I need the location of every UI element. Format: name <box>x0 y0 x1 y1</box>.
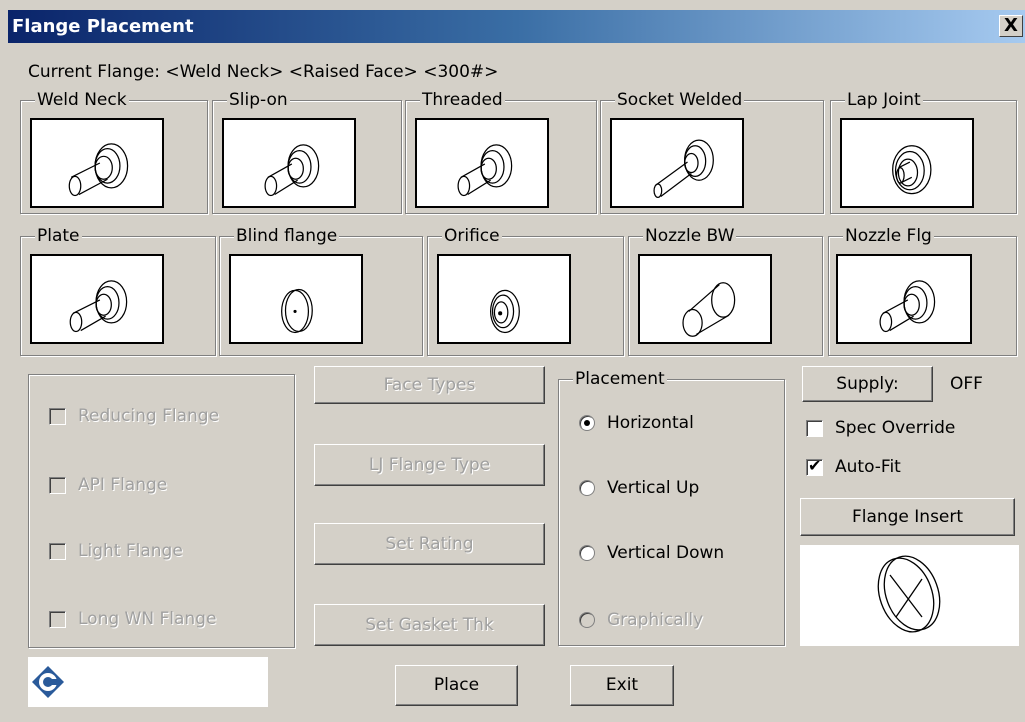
weld-neck-flange-icon[interactable] <box>30 118 164 208</box>
flange-type-slip-on[interactable]: Slip-on <box>212 90 402 214</box>
radio-label: Vertical Up <box>607 478 700 498</box>
supply-button[interactable]: Supply: <box>802 366 933 402</box>
flange-type-plate[interactable]: Plate <box>20 226 216 356</box>
radio-circle[interactable] <box>579 612 595 628</box>
set-rating-button[interactable]: Set Rating <box>314 523 545 565</box>
flange-type-label: Nozzle Flg <box>843 226 934 246</box>
nozzle-bw-icon[interactable] <box>638 254 772 344</box>
radio-selected-dot <box>584 420 590 426</box>
flange-type-weld-neck[interactable]: Weld Neck <box>20 90 208 214</box>
company-logo-icon <box>32 666 64 698</box>
graphically-radio[interactable]: Graphically <box>579 610 703 630</box>
checkbox-label: API Flange <box>78 475 168 495</box>
flange-type-label: Orifice <box>442 226 502 246</box>
api-flange-checkbox[interactable]: API Flange <box>49 475 167 495</box>
orifice-flange-icon[interactable] <box>437 254 571 344</box>
flange-type-lap-joint[interactable]: Lap Joint <box>830 90 1017 214</box>
button-label: LJ Flange Type <box>368 455 491 475</box>
set-gasket-thk-button[interactable]: Set Gasket Thk <box>314 604 545 646</box>
flange-type-orifice[interactable]: Orifice <box>427 226 624 356</box>
checkbox-box[interactable] <box>49 407 66 425</box>
flange-type-socket-welded[interactable]: Socket Welded <box>600 90 824 214</box>
checkbox-label: Reducing Flange <box>78 406 220 426</box>
checkbox-box[interactable] <box>49 542 66 560</box>
flange-type-blind[interactable]: Blind flange <box>219 226 423 356</box>
checkbox-box[interactable]: ✔ <box>806 455 823 476</box>
face-types-button[interactable]: Face Types <box>314 366 545 404</box>
checkbox-label: Light Flange <box>78 541 183 561</box>
flange-type-threaded[interactable]: Threaded <box>405 90 597 214</box>
radio-circle[interactable] <box>579 545 595 561</box>
flange-type-nozzle-bw[interactable]: Nozzle BW <box>628 226 823 356</box>
horizontal-radio[interactable]: Horizontal <box>579 413 694 433</box>
threaded-flange-icon[interactable] <box>415 118 549 208</box>
button-label: Flange Insert <box>851 507 964 527</box>
check-icon: ✔ <box>808 455 822 475</box>
nozzle-flg-icon[interactable] <box>836 254 972 344</box>
reducing-flange-checkbox[interactable]: Reducing Flange <box>49 406 219 426</box>
place-button[interactable]: Place <box>395 665 518 706</box>
auto-fit-checkbox[interactable]: ✔ Auto-Fit <box>806 455 901 477</box>
flange-type-label: Threaded <box>420 90 505 110</box>
button-label: Supply: <box>836 374 899 394</box>
supply-value: OFF <box>950 374 983 394</box>
flange-type-label: Slip-on <box>227 90 290 110</box>
radio-circle[interactable] <box>579 415 595 431</box>
lj-flange-type-button[interactable]: LJ Flange Type <box>314 444 545 486</box>
flange-insert-button[interactable]: Flange Insert <box>800 498 1015 536</box>
title-bar[interactable]: Flange Placement X <box>8 10 1025 43</box>
plate-flange-icon[interactable] <box>30 254 164 344</box>
checkbox-box[interactable] <box>806 419 823 437</box>
long-wn-flange-checkbox[interactable]: Long WN Flange <box>49 609 216 629</box>
blind-flange-icon[interactable] <box>229 254 363 344</box>
flange-insert-preview-icon <box>800 545 1019 646</box>
flange-type-label: Blind flange <box>234 226 340 246</box>
button-label: Face Types <box>383 375 476 395</box>
flange-type-label: Lap Joint <box>845 90 923 110</box>
socket-welded-flange-icon[interactable] <box>610 118 744 208</box>
checkbox-box[interactable] <box>49 476 66 494</box>
button-label: Set Gasket Thk <box>365 615 494 635</box>
close-icon: X <box>1004 15 1018 36</box>
flange-type-label: Nozzle BW <box>643 226 737 246</box>
vertical-up-radio[interactable]: Vertical Up <box>579 478 699 498</box>
vertical-down-radio[interactable]: Vertical Down <box>579 543 724 563</box>
flange-type-label: Weld Neck <box>35 90 129 110</box>
radio-label: Graphically <box>607 610 704 630</box>
button-label: Exit <box>605 675 639 695</box>
checkbox-box[interactable] <box>49 610 66 628</box>
flange-type-label: Socket Welded <box>615 90 745 110</box>
checkbox-label: Auto-Fit <box>835 457 901 477</box>
placement-group: Placement Horizontal Vertical Up Vertica… <box>558 369 785 646</box>
close-button[interactable]: X <box>999 15 1023 37</box>
spec-override-checkbox[interactable]: Spec Override <box>806 418 955 438</box>
logo-panel <box>28 657 268 707</box>
placement-label: Placement <box>573 369 667 389</box>
radio-circle[interactable] <box>579 480 595 496</box>
checkbox-label: Long WN Flange <box>78 609 217 629</box>
radio-label: Horizontal <box>607 413 694 433</box>
slip-on-flange-icon[interactable] <box>222 118 356 208</box>
current-flange-label: Current Flange: <Weld Neck> <Raised Face… <box>28 62 499 82</box>
flange-type-nozzle-flg[interactable]: Nozzle Flg <box>828 226 1017 356</box>
button-label: Place <box>433 675 480 695</box>
light-flange-checkbox[interactable]: Light Flange <box>49 541 183 561</box>
flange-type-label: Plate <box>35 226 82 246</box>
exit-button[interactable]: Exit <box>570 665 674 706</box>
flange-options-group: Reducing Flange API Flange Light Flange … <box>28 374 295 648</box>
lap-joint-flange-icon[interactable] <box>840 118 974 208</box>
checkbox-label: Spec Override <box>835 418 956 438</box>
window-title: Flange Placement <box>12 16 194 37</box>
button-label: Set Rating <box>385 534 474 554</box>
radio-label: Vertical Down <box>607 543 725 563</box>
